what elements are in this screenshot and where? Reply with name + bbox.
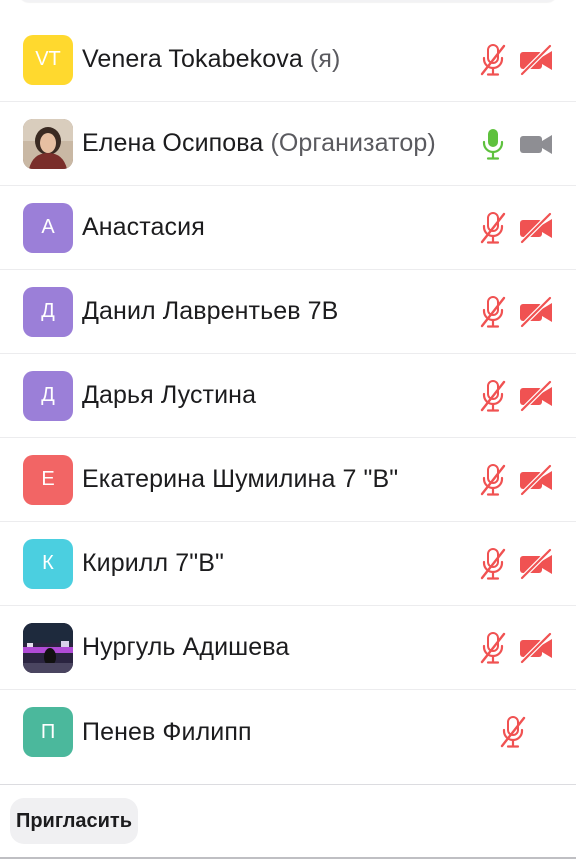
participant-name: Екатерина Шумилина 7 "В" xyxy=(82,465,398,494)
avatar: П xyxy=(23,707,73,757)
mic-muted-icon xyxy=(478,463,508,497)
video-off-icon xyxy=(518,43,554,77)
participant-name: Данил Лаврентьев 7В xyxy=(82,297,338,326)
mic-muted-icon xyxy=(478,379,508,413)
participant-name-text: Анастасия xyxy=(82,213,205,241)
avatar-initials: П xyxy=(40,720,56,743)
invite-button[interactable]: Пригласить xyxy=(10,798,138,844)
top-bar xyxy=(0,0,576,18)
video-off-icon xyxy=(518,295,554,329)
participant-name-text: Кирилл 7"В" xyxy=(82,549,224,577)
mic-muted-icon xyxy=(478,43,508,77)
participant-row[interactable]: Нургуль Адишева xyxy=(0,606,576,690)
participant-status-icons xyxy=(478,463,554,497)
participant-role: (Организатор) xyxy=(270,129,436,157)
participant-name-text: Дарья Лустина xyxy=(82,381,257,409)
avatar xyxy=(23,622,73,673)
participant-status-icons xyxy=(498,715,554,749)
participant-status-icons xyxy=(478,43,554,77)
mic-muted-icon xyxy=(478,211,508,245)
avatar: VT xyxy=(23,34,73,85)
mic-muted-icon xyxy=(478,295,508,329)
video-off-icon xyxy=(518,463,554,497)
search-bar-edge[interactable] xyxy=(18,0,558,2)
avatar-initials: А xyxy=(41,216,55,238)
mic-muted-icon xyxy=(478,631,508,665)
participant-name: Елена Осипова (Организатор) xyxy=(82,129,436,158)
participant-row[interactable]: Е Екатерина Шумилина 7 "В" xyxy=(0,438,576,522)
participant-name-text: Екатерина Шумилина 7 "В" xyxy=(82,465,399,493)
video-off-icon xyxy=(518,211,554,245)
avatar: Е xyxy=(23,454,73,505)
avatar-initials: VT xyxy=(35,48,61,70)
participant-name: Анастасия xyxy=(82,213,205,242)
participant-status-icons xyxy=(478,379,554,413)
video-icon xyxy=(518,127,554,161)
participant-row[interactable]: Д Дарья Лустина xyxy=(0,354,576,438)
participant-name-text: Нургуль Адишева xyxy=(82,633,290,661)
participant-row[interactable]: VT Venera Tokabekova (я) xyxy=(0,18,576,102)
participant-name-text: Данил Лаврентьев 7В xyxy=(82,297,339,325)
video-off-icon xyxy=(518,379,554,413)
participant-row[interactable]: Елена Осипова (Организатор) xyxy=(0,102,576,186)
video-off-icon xyxy=(518,547,554,581)
avatar-initials: Е xyxy=(41,468,55,490)
avatar: Д xyxy=(23,370,73,421)
participant-status-icons xyxy=(478,211,554,245)
participant-name: Нургуль Адишева xyxy=(82,633,289,662)
mic-icon xyxy=(478,127,508,161)
participant-name: Дарья Лустина xyxy=(82,381,256,410)
mic-muted-icon xyxy=(498,715,528,749)
participant-list: VT Venera Tokabekova (я) Елена Осипова (О… xyxy=(0,18,576,774)
participant-role: (я) xyxy=(309,45,341,73)
avatar: А xyxy=(23,202,73,253)
participant-status-icons xyxy=(478,547,554,581)
video-off-icon xyxy=(518,631,554,665)
avatar: К xyxy=(23,538,73,589)
mic-muted-icon xyxy=(478,547,508,581)
avatar xyxy=(23,118,73,169)
participant-status-icons xyxy=(478,127,554,161)
participant-status-icons xyxy=(478,295,554,329)
participant-row[interactable]: К Кирилл 7"В" xyxy=(0,522,576,606)
avatar-initials: К xyxy=(42,552,54,574)
participant-name-text: Пенев Филипп xyxy=(82,717,252,746)
bottom-toolbar: Пригласить xyxy=(0,784,576,859)
participants-screen: VT Venera Tokabekova (я) Елена Осипова (О… xyxy=(0,0,576,859)
avatar-initials: Д xyxy=(41,384,55,406)
participant-name: Venera Tokabekova (я) xyxy=(82,45,340,74)
participant-row[interactable]: П Пенев Филипп xyxy=(0,690,576,774)
participant-name-text: Venera Tokabekova xyxy=(82,45,303,73)
participant-status-icons xyxy=(478,631,554,665)
participant-name: Кирилл 7"В" xyxy=(82,549,224,578)
participant-name: Пенев Филипп xyxy=(82,718,252,747)
avatar-initials: Д xyxy=(41,300,55,322)
participant-row[interactable]: А Анастасия xyxy=(0,186,576,270)
participant-name-text: Елена Осипова xyxy=(82,129,264,157)
avatar: Д xyxy=(23,286,73,337)
participant-row[interactable]: Д Данил Лаврентьев 7В xyxy=(0,270,576,354)
